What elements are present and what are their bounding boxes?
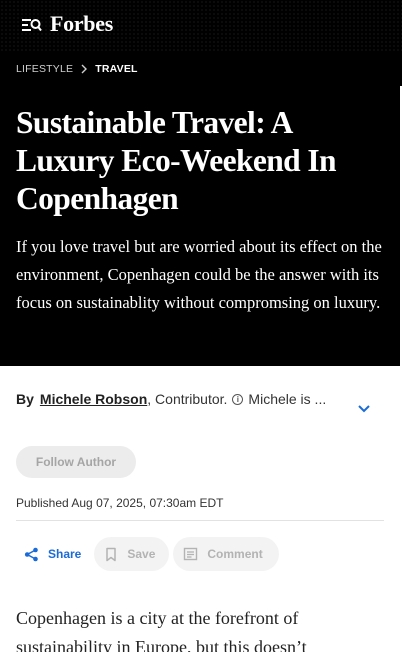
breadcrumb-lifestyle[interactable]: LIFESTYLE [16, 63, 73, 75]
breadcrumb-travel[interactable]: TRAVEL [95, 63, 137, 75]
comment-label: Comment [207, 547, 263, 561]
save-button[interactable]: Save [94, 537, 170, 571]
chevron-right-icon [81, 64, 88, 74]
article-dek: If you love travel but are worried about… [16, 237, 382, 312]
top-nav-bar: Forbes [0, 0, 402, 52]
article-actions: Share Save Comment [16, 537, 279, 571]
chevron-down-icon[interactable] [356, 403, 372, 415]
breadcrumb: LIFESTYLE TRAVEL [0, 52, 402, 86]
author-link[interactable]: Michele Robson [40, 391, 147, 407]
comment-icon [184, 547, 198, 561]
bookmark-icon [106, 547, 117, 561]
menu-search-icon[interactable] [22, 17, 42, 33]
share-button[interactable]: Share [16, 537, 91, 571]
share-label: Share [48, 547, 82, 561]
info-icon[interactable]: i [232, 393, 244, 405]
save-label: Save [127, 547, 156, 561]
article-hero: Sustainable Travel: A Luxury Eco-Weekend… [0, 86, 400, 366]
share-icon [24, 547, 38, 561]
forbes-logo[interactable]: Forbes [50, 11, 113, 37]
author-role: , Contributor. [147, 391, 228, 407]
divider [16, 520, 384, 521]
published-date: Published Aug 07, 2025, 07:30am EDT [16, 496, 224, 510]
byline: By Michele Robson , Contributor. i Miche… [16, 391, 356, 407]
byline-by: By [16, 391, 34, 407]
follow-author-button[interactable]: Follow Author [16, 446, 136, 478]
comment-button[interactable]: Comment [173, 537, 279, 571]
author-bio-preview: Michele is ... [248, 391, 327, 407]
article-body: Copenhagen is a city at the forefront of… [16, 608, 307, 652]
article-headline: Sustainable Travel: A Luxury Eco-Weekend… [16, 105, 337, 216]
